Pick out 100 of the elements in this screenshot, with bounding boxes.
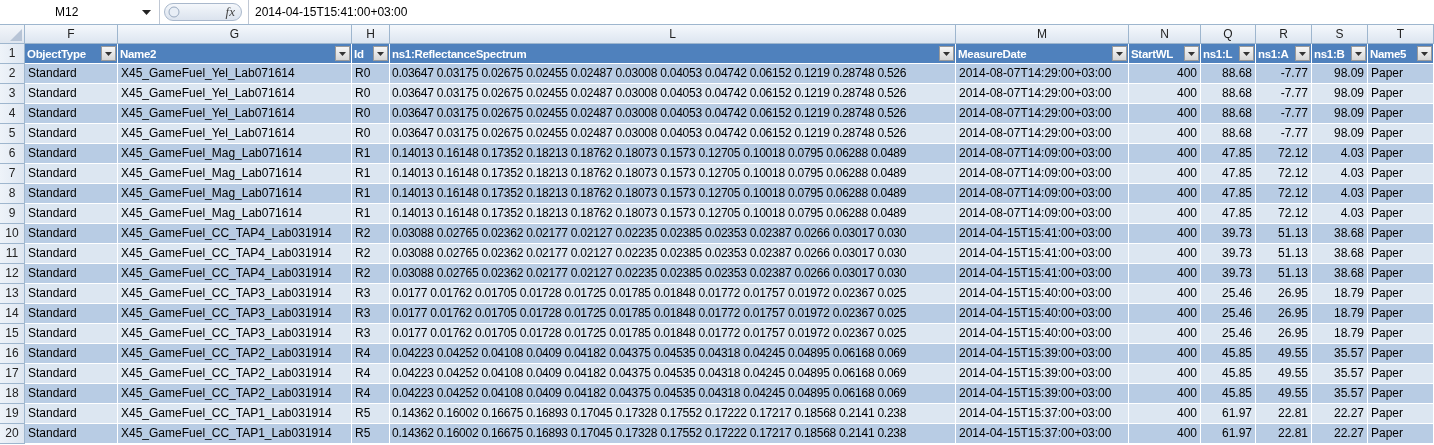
formula-field[interactable]: 2014-04-15T15:41:00+03:00: [248, 0, 1434, 24]
filter-button[interactable]: [1351, 46, 1366, 61]
row-header[interactable]: 15: [0, 324, 25, 344]
table-cell: R0: [352, 124, 390, 144]
filter-button[interactable]: [335, 46, 350, 61]
row-header[interactable]: 8: [0, 184, 25, 204]
table-cell: 18.79: [1312, 284, 1368, 304]
table-cell: 47.85: [1201, 164, 1256, 184]
row-header[interactable]: 1: [0, 44, 25, 64]
table-cell: 51.13: [1256, 244, 1312, 264]
table-cell: 0.03088 0.02765 0.02362 0.02177 0.02127 0.02235 0.02385 0.02353 0.02387 0.0266 0.03017 0.030: [390, 264, 956, 284]
table-cell: Paper: [1368, 164, 1434, 184]
filter-button[interactable]: [101, 46, 116, 61]
column-header[interactable]: N: [1129, 25, 1201, 44]
table-cell: X45_GameFuel_CC_TAP2_Lab031914: [118, 384, 352, 404]
table-cell: R0: [352, 104, 390, 124]
table-cell: 0.04223 0.04252 0.04108 0.0409 0.04182 0.04375 0.04535 0.04318 0.04245 0.04895 0.06168 0.069: [390, 364, 956, 384]
table-cell: X45_GameFuel_Yel_Lab071614: [118, 84, 352, 104]
table-cell: R5: [352, 424, 390, 444]
table-cell: Paper: [1368, 124, 1434, 144]
row-header[interactable]: 18: [0, 384, 25, 404]
row-header[interactable]: 5: [0, 124, 25, 144]
table-cell: 22.27: [1312, 424, 1368, 444]
table-cell: Paper: [1368, 264, 1434, 284]
column-header[interactable]: G: [118, 25, 352, 44]
row-header[interactable]: 19: [0, 404, 25, 424]
row-header[interactable]: 7: [0, 164, 25, 184]
table-cell: 0.14362 0.16002 0.16675 0.16893 0.17045 0.17328 0.17552 0.17222 0.17217 0.18568 0.2141 0.238: [390, 424, 956, 444]
table-cell: 2014-04-15T15:40:00+03:00: [956, 324, 1129, 344]
row-header[interactable]: 10: [0, 224, 25, 244]
row-header[interactable]: 4: [0, 104, 25, 124]
row-header[interactable]: 14: [0, 304, 25, 324]
row-header[interactable]: 2: [0, 64, 25, 84]
table-cell: Paper: [1368, 304, 1434, 324]
table-header: ObjectType: [27, 47, 86, 60]
table-cell: X45_GameFuel_Yel_Lab071614: [118, 64, 352, 84]
table-cell: R1: [352, 184, 390, 204]
table-cell: 400: [1129, 164, 1201, 184]
table-cell: Standard: [25, 424, 118, 444]
filter-button[interactable]: [1184, 46, 1199, 61]
table-cell: Paper: [1368, 384, 1434, 404]
table-cell: 400: [1129, 264, 1201, 284]
column-header[interactable]: M: [956, 25, 1129, 44]
table-cell: Standard: [25, 224, 118, 244]
insert-function-button[interactable]: fx: [225, 4, 235, 20]
filter-button[interactable]: [373, 46, 388, 61]
table-cell: X45_GameFuel_Mag_Lab071614: [118, 204, 352, 224]
table-cell: 22.81: [1256, 424, 1312, 444]
table-cell: 0.03088 0.02765 0.02362 0.02177 0.02127 0.02235 0.02385 0.02353 0.02387 0.0266 0.03017 0.030: [390, 224, 956, 244]
filter-button[interactable]: [1295, 46, 1310, 61]
column-header[interactable]: S: [1312, 25, 1368, 44]
table-cell: Paper: [1368, 324, 1434, 344]
table-cell: R0: [352, 64, 390, 84]
row-header[interactable]: 20: [0, 424, 25, 444]
table-cell: 0.0177 0.01762 0.01705 0.01728 0.01725 0.01785 0.01848 0.01772 0.01757 0.01972 0.02367 0.025: [390, 284, 956, 304]
table-cell: 26.95: [1256, 324, 1312, 344]
table-cell: Paper: [1368, 104, 1434, 124]
table-cell: X45_GameFuel_Mag_Lab071614: [118, 164, 352, 184]
column-header[interactable]: L: [390, 25, 956, 44]
row-header[interactable]: 17: [0, 364, 25, 384]
table-cell: 61.97: [1201, 404, 1256, 424]
row-header[interactable]: 11: [0, 244, 25, 264]
table-cell: Standard: [25, 284, 118, 304]
table-cell: 47.85: [1201, 204, 1256, 224]
column-header[interactable]: R: [1256, 25, 1312, 44]
table-cell: 25.46: [1201, 304, 1256, 324]
table-cell: 18.79: [1312, 324, 1368, 344]
table-cell: 98.09: [1312, 84, 1368, 104]
table-cell: 47.85: [1201, 144, 1256, 164]
table-header: Id: [354, 47, 364, 60]
table-cell: 2014-04-15T15:40:00+03:00: [956, 304, 1129, 324]
row-header[interactable]: 16: [0, 344, 25, 364]
row-header[interactable]: 3: [0, 84, 25, 104]
table-cell: R4: [352, 344, 390, 364]
filter-button[interactable]: [1239, 46, 1254, 61]
table-cell: 98.09: [1312, 124, 1368, 144]
column-header[interactable]: F: [25, 25, 118, 44]
table-cell: 400: [1129, 364, 1201, 384]
name-box[interactable]: M12: [0, 0, 160, 24]
table-cell: 0.03647 0.03175 0.02675 0.02455 0.02487 0.03008 0.04053 0.04742 0.06152 0.1219 0.28748 0.526: [390, 124, 956, 144]
column-header[interactable]: Q: [1201, 25, 1256, 44]
table-cell: 39.73: [1201, 244, 1256, 264]
table-cell: R2: [352, 244, 390, 264]
row-header[interactable]: 12: [0, 264, 25, 284]
row-header[interactable]: 6: [0, 144, 25, 164]
table-cell: X45_GameFuel_CC_TAP2_Lab031914: [118, 364, 352, 384]
table-cell: 72.12: [1256, 144, 1312, 164]
table-header: MeasureDate: [958, 47, 1027, 60]
column-header[interactable]: T: [1368, 25, 1434, 44]
table-cell: 400: [1129, 384, 1201, 404]
row-header[interactable]: 9: [0, 204, 25, 224]
column-header[interactable]: H: [352, 25, 390, 44]
table-cell: Paper: [1368, 224, 1434, 244]
resize-handle-icon[interactable]: [168, 6, 180, 18]
filter-button[interactable]: [939, 46, 954, 61]
table-cell: 2014-08-07T14:29:00+03:00: [956, 104, 1129, 124]
filter-button[interactable]: [1112, 46, 1127, 61]
row-header[interactable]: 13: [0, 284, 25, 304]
filter-button[interactable]: [1417, 46, 1432, 61]
table-cell: Standard: [25, 404, 118, 424]
